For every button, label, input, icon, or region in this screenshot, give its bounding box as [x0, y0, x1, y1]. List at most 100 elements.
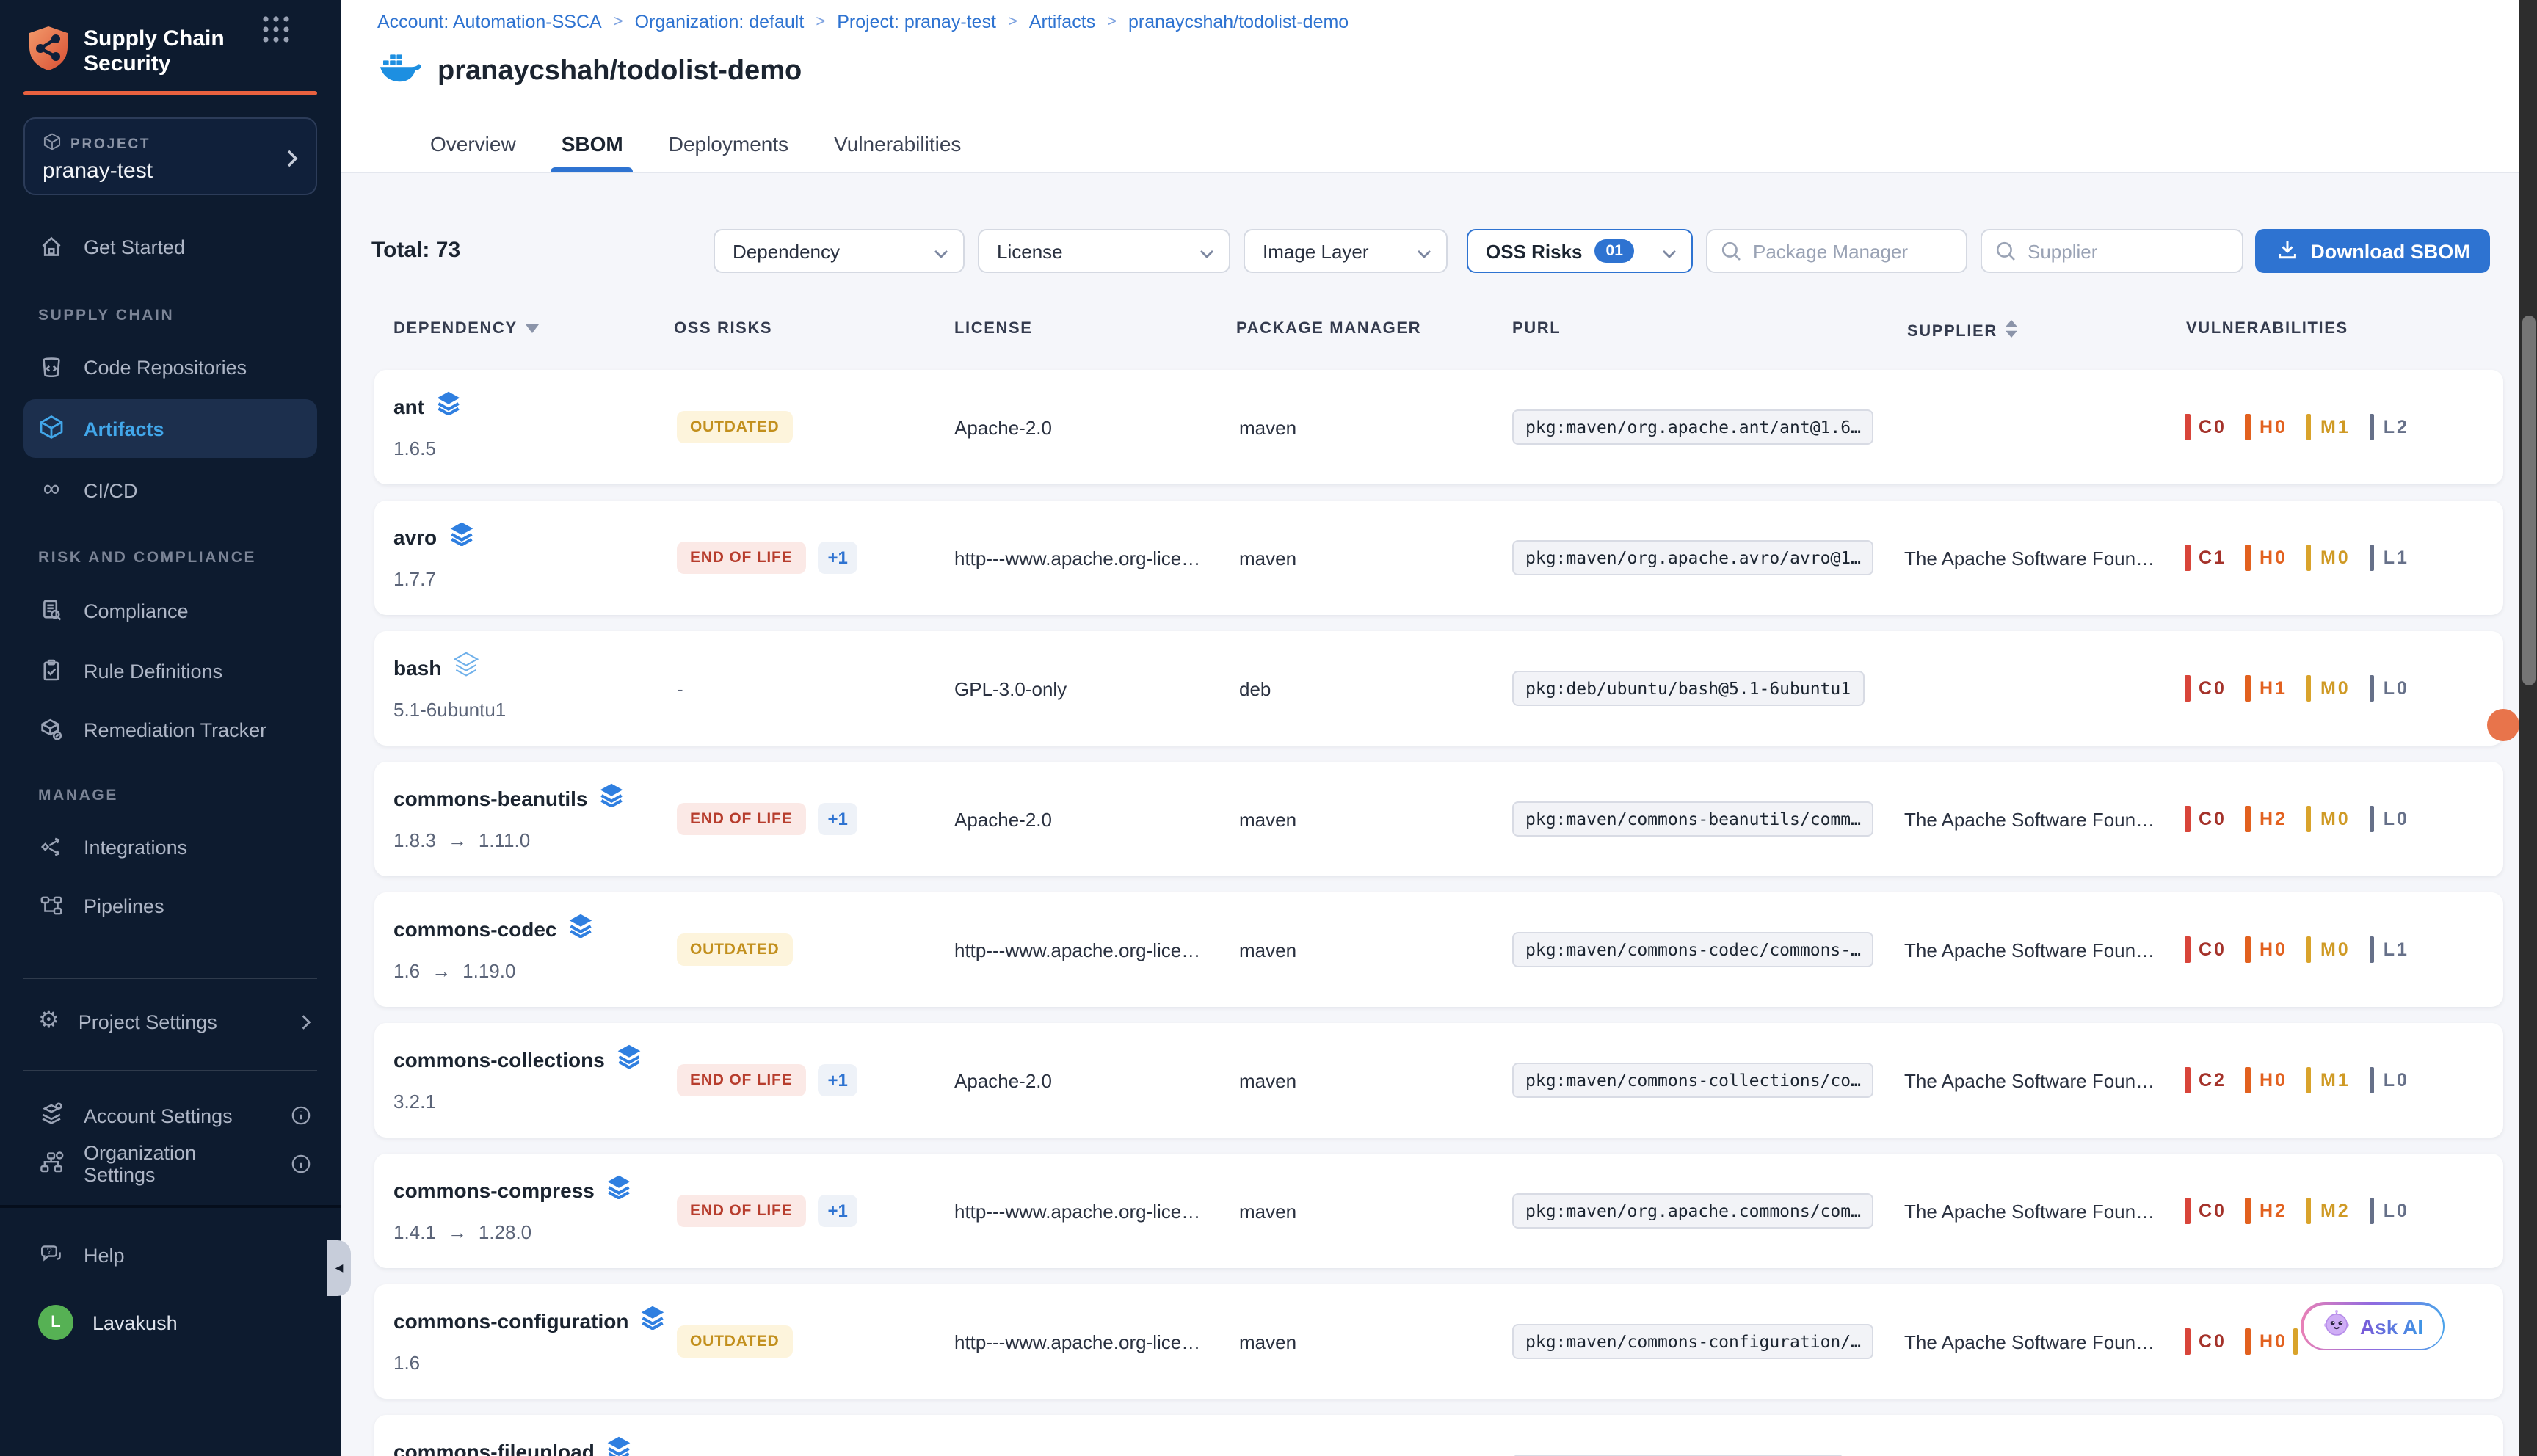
scrollbar-thumb[interactable]: [2522, 316, 2535, 685]
vulnerability-counts: C0H0: [2185, 1284, 2298, 1399]
oss-risk-badge: OUTDATED: [677, 933, 793, 966]
sidebar-item-rule-definitions[interactable]: Rule Definitions: [38, 646, 222, 696]
gear-icon: ⚙: [38, 1010, 59, 1033]
vulnerability-severity-m: M1: [2306, 1067, 2351, 1093]
layers-icon: [600, 782, 625, 815]
sidebar-item-compliance[interactable]: Compliance: [38, 586, 189, 636]
package-manager-text: maven: [1239, 500, 1296, 615]
sidebar-item-remediation-tracker[interactable]: Remediation Tracker: [38, 705, 266, 754]
package-manager-search-input[interactable]: [1707, 240, 1966, 262]
dependency-name: commons-codec: [393, 917, 557, 941]
vulnerability-counts: C0H0M0L1: [2185, 892, 2409, 1007]
sort-descending-icon[interactable]: [526, 320, 540, 338]
more-risks-badge[interactable]: +1: [817, 542, 857, 574]
help-chat-icon: ?: [38, 1242, 65, 1268]
chevron-right-icon: [301, 1013, 311, 1030]
oss-risks-filter-dropdown[interactable]: OSS Risks 01: [1467, 229, 1693, 273]
apps-grid-icon[interactable]: [258, 12, 294, 54]
dependency-version: 1.8.3→1.11.0: [393, 829, 530, 851]
vulnerability-severity-h: H2: [2246, 1198, 2287, 1224]
breadcrumb-organization[interactable]: Organization: default: [635, 12, 805, 32]
notification-dot: [2487, 709, 2519, 741]
app-title: Supply Chain Security: [84, 23, 257, 76]
sidebar-item-help[interactable]: ? Help: [38, 1230, 125, 1280]
severity-bar: [2306, 936, 2312, 963]
package-manager-text: maven: [1239, 892, 1296, 1007]
dependency-version: 5.1-6ubuntu1: [393, 699, 506, 721]
dependency-name: bash: [393, 656, 441, 680]
table-row[interactable]: commons-compress1.4.1→1.28.0END OF LIFE+…: [374, 1154, 2503, 1268]
user-menu[interactable]: L Lavakush: [38, 1297, 178, 1347]
purl-chip: pkg:maven/org.apache.ant/ant@1.6…: [1512, 410, 1874, 445]
breadcrumb-artifact-name[interactable]: pranaycshah/todolist-demo: [1128, 12, 1349, 32]
table-row[interactable]: avro1.7.7END OF LIFE+1http---www.apache.…: [374, 500, 2503, 615]
more-risks-badge[interactable]: +1: [817, 1195, 857, 1227]
sidebar-item-cicd[interactable]: ∞ CI/CD: [38, 465, 138, 515]
sidebar-item-organization-settings[interactable]: Organization Settings: [38, 1139, 311, 1189]
oss-risks-cell: OUTDATED: [677, 370, 793, 484]
tab-overview[interactable]: Overview: [426, 114, 520, 172]
sidebar-item-account-settings[interactable]: Account Settings: [38, 1091, 311, 1140]
sidebar-item-integrations[interactable]: Integrations: [38, 822, 187, 872]
sidebar-collapse-handle[interactable]: ◀: [327, 1240, 351, 1296]
document-search-icon: [38, 597, 65, 624]
image-layer-filter-dropdown[interactable]: Image Layer: [1244, 229, 1448, 273]
tab-sbom[interactable]: SBOM: [557, 114, 628, 172]
vulnerability-severity-l: L1: [2370, 936, 2409, 963]
severity-bar: [2246, 1067, 2251, 1093]
breadcrumb-account[interactable]: Account: Automation-SSCA: [377, 12, 602, 32]
table-row[interactable]: commons-configuration1.6OUTDATEDhttp---w…: [374, 1284, 2503, 1399]
table-row[interactable]: commons-beanutils1.8.3→1.11.0END OF LIFE…: [374, 762, 2503, 876]
license-filter-dropdown[interactable]: License: [978, 229, 1230, 273]
vulnerability-counts: C2H0M1L0: [2185, 1023, 2409, 1138]
tab-deployments[interactable]: Deployments: [664, 114, 793, 172]
ai-robot-icon: [2322, 1307, 2353, 1345]
chevron-right-icon: [286, 148, 298, 175]
table-row[interactable]: commons-fileuploadEND OF LIFE+1Apache-2.…: [374, 1415, 2503, 1456]
breadcrumb-artifacts[interactable]: Artifacts: [1029, 12, 1095, 32]
severity-bar: [2306, 545, 2312, 571]
severity-bar: [2306, 806, 2312, 832]
column-header-purl: PURL: [1512, 320, 1561, 338]
page-scrollbar[interactable]: [2519, 0, 2537, 1456]
package-manager-text: maven: [1239, 370, 1296, 484]
purl-chip: pkg:maven/commons-collections/co…: [1512, 1063, 1874, 1098]
download-sbom-button[interactable]: Download SBOM: [2255, 229, 2490, 273]
severity-bar: [2246, 1198, 2251, 1224]
table-row[interactable]: commons-collections3.2.1END OF LIFE+1Apa…: [374, 1023, 2503, 1138]
purl-cell: pkg:maven/org.apache.ant/ant@1.6…: [1512, 370, 1874, 484]
vulnerability-severity-m: M0: [2306, 936, 2351, 963]
dependency-filter-dropdown[interactable]: Dependency: [714, 229, 965, 273]
upgrade-arrow-icon: →: [448, 1221, 467, 1243]
project-selector[interactable]: PROJECT pranay-test: [23, 117, 317, 195]
severity-bar: [2185, 806, 2190, 832]
sidebar: Supply Chain Security PROJECT pranay-tes…: [0, 0, 341, 1456]
sort-both-icon[interactable]: [2006, 320, 2018, 342]
sidebar-item-get-started[interactable]: Get Started: [38, 222, 185, 272]
breadcrumb-project[interactable]: Project: pranay-test: [837, 12, 996, 32]
license-text: http---www.apache.org-lice…: [954, 500, 1200, 615]
infinity-icon: ∞: [38, 477, 65, 503]
package-manager-text: maven: [1239, 762, 1296, 876]
ask-ai-button[interactable]: Ask AI: [2301, 1302, 2445, 1350]
table-row[interactable]: ant1.6.5OUTDATEDApache-2.0mavenpkg:maven…: [374, 370, 2503, 484]
column-header-supplier[interactable]: SUPPLIER: [1907, 320, 2018, 342]
sidebar-item-pipelines[interactable]: Pipelines: [38, 881, 164, 931]
column-header-oss-risks: OSS RISKS: [674, 320, 772, 338]
project-name: pranay-test: [43, 159, 316, 183]
more-risks-badge[interactable]: +1: [817, 1064, 857, 1096]
package-manager-text: maven: [1239, 1023, 1296, 1138]
table-row[interactable]: commons-codec1.6→1.19.0OUTDATEDhttp---ww…: [374, 892, 2503, 1007]
sidebar-item-project-settings[interactable]: ⚙ Project Settings: [38, 997, 311, 1046]
table-row[interactable]: bash5.1-6ubuntu1-GPL-3.0-onlydebpkg:deb/…: [374, 631, 2503, 746]
more-risks-badge[interactable]: +1: [817, 803, 857, 835]
sidebar-item-code-repositories[interactable]: Code Repositories: [38, 342, 247, 392]
purl-cell: pkg:maven/org.apache.avro/avro@1…: [1512, 500, 1874, 615]
purl-cell: pkg:maven/commons-beanutils/comm…: [1512, 762, 1874, 876]
sidebar-item-artifacts[interactable]: Artifacts: [23, 399, 317, 458]
layers-icon: [449, 521, 473, 553]
tab-vulnerabilities[interactable]: Vulnerabilities: [830, 114, 965, 172]
column-header-dependency[interactable]: DEPENDENCY: [393, 320, 540, 338]
supplier-search-input[interactable]: [1982, 240, 2242, 262]
download-icon: [2275, 237, 2298, 265]
